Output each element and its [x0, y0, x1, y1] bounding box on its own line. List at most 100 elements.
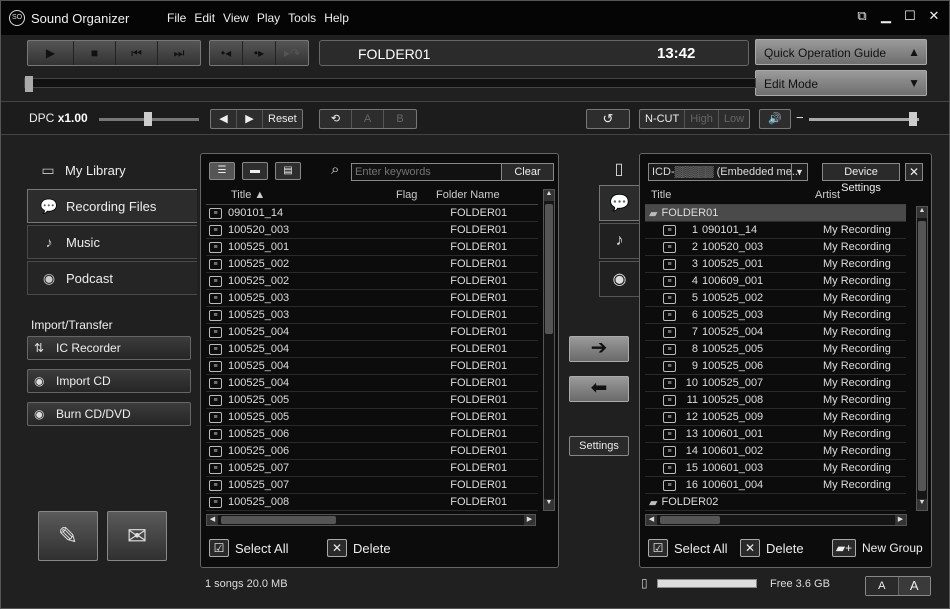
device-settings-button[interactable]: Device Settings — [822, 163, 900, 194]
font-large-button[interactable]: A — [898, 577, 930, 595]
scroll-down-icon[interactable]: ▼ — [917, 499, 927, 510]
search-input[interactable] — [352, 164, 502, 180]
next-button[interactable]: ⏭ — [158, 41, 200, 65]
scroll-thumb[interactable] — [660, 516, 720, 524]
column-title[interactable]: Title — [645, 189, 815, 204]
table-row[interactable]: ≡ 100525_004 FOLDER01 — [206, 324, 538, 341]
stop-button[interactable]: ■ — [74, 41, 116, 65]
menu-tools[interactable]: Tools — [288, 11, 316, 25]
speaker-icon[interactable]: 🔊 — [760, 110, 790, 128]
table-row[interactable]: ≡ 100525_003 FOLDER01 — [206, 290, 538, 307]
scroll-thumb[interactable] — [918, 221, 926, 491]
table-row[interactable]: ≡ 100520_003 FOLDER01 — [206, 222, 538, 239]
table-row[interactable]: ≡ 100525_008 FOLDER01 — [206, 494, 538, 511]
device-tab-podcast[interactable]: ◉ — [599, 261, 639, 297]
table-row[interactable]: ≡ 2 100520_003 My Recording — [645, 239, 906, 256]
email-button[interactable]: ✉ — [107, 511, 167, 561]
font-small-button[interactable]: A — [866, 577, 899, 595]
scroll-thumb[interactable] — [221, 516, 336, 524]
table-row[interactable]: ≡ 100525_001 FOLDER01 — [206, 239, 538, 256]
volume-slider-thumb[interactable] — [909, 112, 917, 126]
my-library-header[interactable]: ▭ My Library — [27, 153, 197, 187]
ncut-button[interactable]: N-CUT — [640, 110, 686, 128]
edit-mode-button[interactable]: Edit Mode ▼ — [755, 70, 927, 96]
clear-button[interactable]: Clear — [501, 164, 553, 180]
device-selector[interactable]: ICD-▒▒▒▒▒ (Embedded me... ▼ — [648, 163, 808, 181]
sidebar-item-podcast[interactable]: ◉ Podcast — [27, 261, 197, 295]
table-row[interactable]: ≡ 15 100601_003 My Recording — [645, 460, 906, 477]
menu-file[interactable]: File — [167, 11, 186, 25]
forward-index-button[interactable]: •▸ — [243, 41, 276, 65]
library-select-all-button[interactable]: ☑ Select All — [209, 539, 288, 557]
column-folder-name[interactable]: Folder Name — [436, 189, 526, 204]
previous-button[interactable]: ⏮ — [116, 41, 158, 65]
table-row[interactable]: ≡ 16 100601_004 My Recording — [645, 477, 906, 494]
new-group-button[interactable]: ▰+ New Group — [832, 539, 923, 557]
table-row[interactable]: ≡ 14 100601_002 My Recording — [645, 443, 906, 460]
table-row[interactable]: ≡ 1 090101_14 My Recording — [645, 222, 906, 239]
table-row[interactable]: ≡ 100525_005 FOLDER01 — [206, 409, 538, 426]
menu-play[interactable]: Play — [257, 11, 280, 25]
scroll-right-icon[interactable]: ▶ — [524, 515, 535, 525]
a-point-button[interactable]: A — [352, 110, 384, 128]
table-row[interactable]: ≡ 4 100609_001 My Recording — [645, 273, 906, 290]
import-cd-button[interactable]: ◉ Import CD — [27, 369, 191, 393]
device-delete-button[interactable]: ✕ Delete — [740, 539, 804, 557]
easy-search-icon[interactable]: ↺ — [587, 110, 629, 128]
scroll-left-icon[interactable]: ◀ — [646, 515, 657, 525]
ncut-low-button[interactable]: Low — [719, 110, 749, 128]
table-row[interactable]: ≡ 9 100525_006 My Recording — [645, 358, 906, 375]
table-row[interactable]: ≡ 090101_14 FOLDER01 — [206, 205, 538, 222]
quick-operation-guide-button[interactable]: Quick Operation Guide ▲ — [755, 39, 927, 65]
table-row[interactable]: ≡ 100525_007 FOLDER01 — [206, 477, 538, 494]
dpc-slider[interactable] — [99, 112, 199, 126]
ic-recorder-button[interactable]: ⇅ IC Recorder — [27, 336, 191, 360]
menu-help[interactable]: Help — [324, 11, 349, 25]
column-artist[interactable]: Artist — [815, 189, 895, 204]
table-row[interactable]: ≡ 6 100525_003 My Recording — [645, 307, 906, 324]
play-button[interactable]: ▶ — [28, 41, 74, 65]
scroll-thumb[interactable] — [545, 204, 553, 334]
table-row[interactable]: ≡ 12 100525_009 My Recording — [645, 409, 906, 426]
scroll-up-icon[interactable]: ▲ — [917, 207, 927, 218]
scroll-up-icon[interactable]: ▲ — [544, 190, 554, 201]
table-row[interactable]: ≡ 100525_002 FOLDER01 — [206, 273, 538, 290]
menu-view[interactable]: View — [223, 11, 249, 25]
transfer-to-device-button[interactable]: ➔ — [569, 336, 629, 362]
device-horizontal-scrollbar[interactable]: ◀ ▶ — [645, 514, 907, 526]
table-row[interactable]: ≡ 100525_004 FOLDER01 — [206, 375, 538, 392]
device-tab-music[interactable]: ♪ — [599, 223, 639, 259]
dpc-increase-button[interactable]: ▶ — [237, 110, 263, 128]
library-horizontal-scrollbar[interactable]: ◀ ▶ — [206, 514, 536, 526]
library-delete-button[interactable]: ✕ Delete — [327, 539, 391, 557]
device-folder-row[interactable]: ▰ FOLDER02 — [645, 494, 906, 511]
table-row[interactable]: ≡ 7 100525_004 My Recording — [645, 324, 906, 341]
edit-info-button[interactable]: ✎ — [38, 511, 98, 561]
minimize-icon[interactable]: ▁ — [879, 9, 893, 23]
table-row[interactable]: ≡ 100525_006 FOLDER01 — [206, 443, 538, 460]
table-row[interactable]: ≡ 10 100525_007 My Recording — [645, 375, 906, 392]
dpc-slider-thumb[interactable] — [144, 112, 152, 126]
table-row[interactable]: ≡ 100525_004 FOLDER01 — [206, 341, 538, 358]
transfer-settings-button[interactable]: Settings — [569, 436, 629, 456]
device-select-all-button[interactable]: ☑ Select All — [648, 539, 727, 557]
b-point-button[interactable]: B — [384, 110, 416, 128]
list-view-icon[interactable]: ☰ — [209, 162, 235, 180]
close-device-panel-icon[interactable]: ✕ — [905, 163, 923, 181]
sidebar-item-recording-files[interactable]: 💬 Recording Files — [27, 189, 197, 223]
device-tab-recordings[interactable]: 💬 — [599, 185, 639, 221]
table-row[interactable]: ≡ 100525_002 FOLDER01 — [206, 256, 538, 273]
table-row[interactable]: ≡ 100525_003 FOLDER01 — [206, 307, 538, 324]
table-row[interactable]: ≡ 5 100525_002 My Recording — [645, 290, 906, 307]
scroll-down-icon[interactable]: ▼ — [544, 499, 554, 510]
repeat-icon[interactable]: ⟲ — [320, 110, 352, 128]
table-row[interactable]: ≡ 100525_007 FOLDER01 — [206, 460, 538, 477]
transfer-to-library-button[interactable]: ⬅ — [569, 376, 629, 402]
column-flag[interactable]: Flag — [396, 189, 436, 204]
rewind-index-button[interactable]: •◂ — [210, 41, 243, 65]
seek-thumb[interactable] — [25, 76, 33, 92]
detail-view-icon[interactable]: ▤ — [275, 162, 301, 180]
table-row[interactable]: ≡ 100525_006 FOLDER01 — [206, 426, 538, 443]
seek-bar[interactable] — [24, 76, 756, 92]
table-row[interactable]: ≡ 13 100601_001 My Recording — [645, 426, 906, 443]
